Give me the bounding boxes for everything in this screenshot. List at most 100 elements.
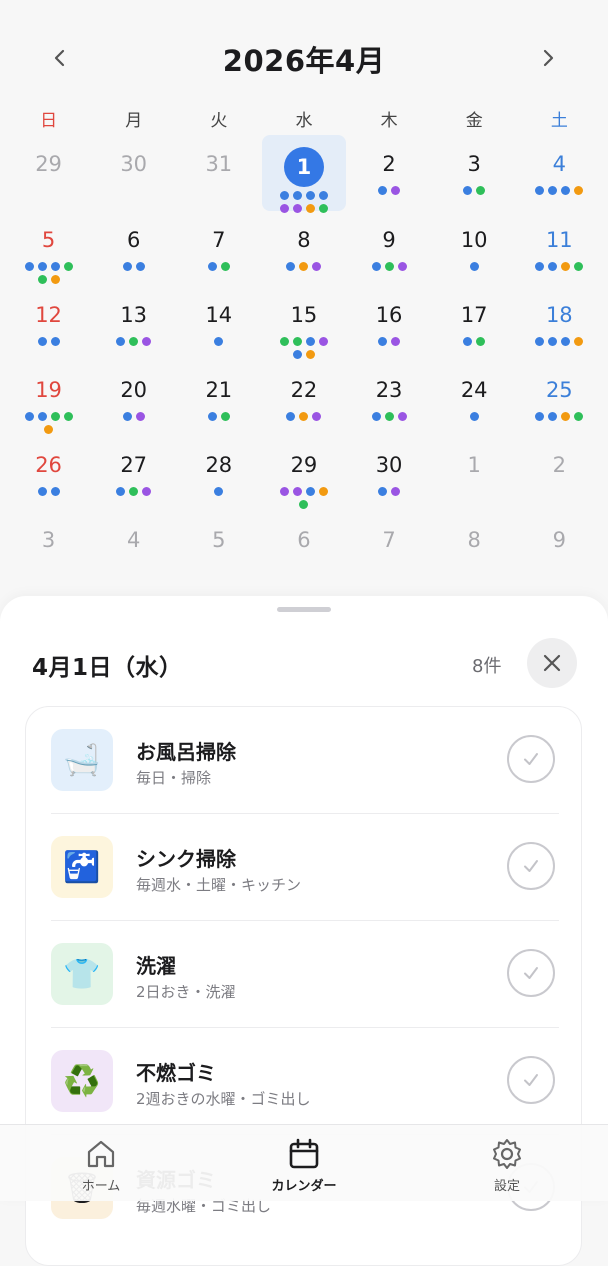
task-dot-blue	[463, 337, 473, 346]
calendar-day[interactable]: 8	[432, 511, 517, 586]
calendar-day-selected[interactable]: 1	[261, 135, 346, 213]
task-dot-blue	[561, 186, 571, 195]
calendar-day[interactable]: 2	[517, 436, 602, 511]
task-dot-purple	[142, 337, 152, 346]
calendar-day[interactable]: 6	[91, 211, 176, 286]
calendar-day[interactable]: 3	[6, 511, 91, 586]
tab-settings[interactable]: 設定	[447, 1137, 567, 1194]
calendar-day[interactable]: 15	[261, 286, 346, 361]
task-row[interactable]: ♻️ 不燃ゴミ 2週おきの水曜・ゴミ出し	[26, 1028, 581, 1135]
tab-home[interactable]: ホーム	[41, 1137, 161, 1194]
task-row[interactable]: 👕 洗濯 2日おき・洗濯	[26, 921, 581, 1028]
day-number: 18	[545, 303, 573, 327]
calendar-day[interactable]: 24	[432, 361, 517, 436]
weekday-sat: 土	[550, 111, 568, 131]
task-dot-green	[220, 412, 230, 421]
calendar-day[interactable]: 26	[6, 436, 91, 511]
calendar-day[interactable]: 12	[6, 286, 91, 361]
calendar-day[interactable]: 7	[176, 211, 261, 286]
calendar-day[interactable]: 5	[6, 211, 91, 286]
calendar-day[interactable]: 16	[347, 286, 432, 361]
task-dot-purple	[312, 412, 322, 421]
sheet-grabber[interactable]	[277, 607, 331, 612]
calendar-day[interactable]: 1	[432, 436, 517, 511]
task-dot-blue	[535, 412, 545, 421]
calendar-day[interactable]: 23	[347, 361, 432, 436]
weekday-mon: 月	[125, 111, 143, 131]
calendar-day[interactable]: 20	[91, 361, 176, 436]
task-dot-orange	[574, 186, 584, 195]
day-number: 3	[467, 152, 481, 176]
task-schedule: 毎日・掃除	[136, 769, 212, 787]
task-dot-blue	[116, 487, 126, 496]
calendar-day[interactable]: 27	[91, 436, 176, 511]
calendar-day[interactable]: 19	[6, 361, 91, 436]
task-dots	[529, 337, 589, 346]
task-dot-blue	[371, 412, 381, 421]
close-button[interactable]	[527, 638, 577, 688]
calendar-day[interactable]: 30	[347, 436, 432, 511]
tab-settings-label: 設定	[493, 1179, 520, 1194]
task-dot-blue	[548, 337, 558, 346]
task-dot-purple	[397, 412, 407, 421]
weekday-thu: 木	[380, 111, 398, 131]
task-count: 8件	[472, 656, 502, 677]
task-dot-blue	[37, 262, 47, 271]
calendar-day[interactable]: 7	[347, 511, 432, 586]
task-dots	[274, 191, 334, 213]
calendar-day[interactable]: 17	[432, 286, 517, 361]
task-row[interactable]: 🛁 お風呂掃除 毎日・掃除	[26, 707, 581, 814]
task-dot-blue	[561, 337, 571, 346]
calendar-day[interactable]: 13	[91, 286, 176, 361]
calendar-day[interactable]: 8	[261, 211, 346, 286]
calendar-day[interactable]: 30	[91, 135, 176, 210]
complete-checkbox[interactable]	[507, 949, 555, 997]
calendar-day[interactable]: 2	[347, 135, 432, 210]
calendar-day[interactable]: 18	[517, 286, 602, 361]
calendar-day[interactable]: 21	[176, 361, 261, 436]
calendar-day[interactable]: 29	[6, 135, 91, 210]
task-dots	[189, 487, 249, 496]
task-dots	[359, 186, 419, 195]
day-number: 7	[382, 528, 396, 552]
calendar-day[interactable]: 4	[91, 511, 176, 586]
calendar-day[interactable]: 25	[517, 361, 602, 436]
task-dot-blue	[37, 412, 47, 421]
calendar-day[interactable]: 22	[261, 361, 346, 436]
task-dots	[359, 337, 419, 346]
task-name: お風呂掃除	[136, 740, 236, 764]
task-dot-blue	[292, 350, 302, 359]
calendar-day[interactable]: 31	[176, 135, 261, 210]
task-icon: 🚰	[51, 836, 113, 898]
calendar-day[interactable]: 29	[261, 436, 346, 511]
task-dots	[19, 337, 79, 346]
task-dot-blue	[305, 337, 315, 346]
calendar-day[interactable]: 3	[432, 135, 517, 210]
complete-checkbox[interactable]	[507, 1056, 555, 1104]
calendar-day[interactable]: 10	[432, 211, 517, 286]
task-dot-purple	[292, 487, 302, 496]
calendar-day[interactable]: 9	[347, 211, 432, 286]
calendar-day[interactable]: 6	[261, 511, 346, 586]
calendar-grid: 29 30 31 1 2 3 4 5 6 7 8 9 10 11 12 13 14 15 16 17 18 19 20 21 2…	[6, 135, 602, 586]
calendar-day[interactable]: 5	[176, 511, 261, 586]
day-number: 14	[205, 303, 233, 327]
task-row[interactable]: 🚰 シンク掃除 毎週水・土曜・キッチン	[26, 814, 581, 921]
calendar-day[interactable]: 4	[517, 135, 602, 210]
task-dots	[444, 262, 504, 271]
task-dot-blue	[535, 337, 545, 346]
complete-checkbox[interactable]	[507, 735, 555, 783]
complete-checkbox[interactable]	[507, 842, 555, 890]
calendar-day[interactable]: 28	[176, 436, 261, 511]
calendar-day[interactable]: 11	[517, 211, 602, 286]
weekday-wed: 水	[295, 111, 313, 131]
next-month-button[interactable]	[530, 40, 566, 76]
task-dot-blue	[378, 186, 388, 195]
task-dots	[104, 337, 164, 346]
day-number: 31	[205, 152, 233, 176]
tab-calendar[interactable]: カレンダー	[244, 1137, 364, 1194]
calendar-day[interactable]: 9	[517, 511, 602, 586]
checkmark-icon	[524, 753, 538, 765]
calendar-day[interactable]: 14	[176, 286, 261, 361]
day-number: 1	[283, 147, 324, 187]
